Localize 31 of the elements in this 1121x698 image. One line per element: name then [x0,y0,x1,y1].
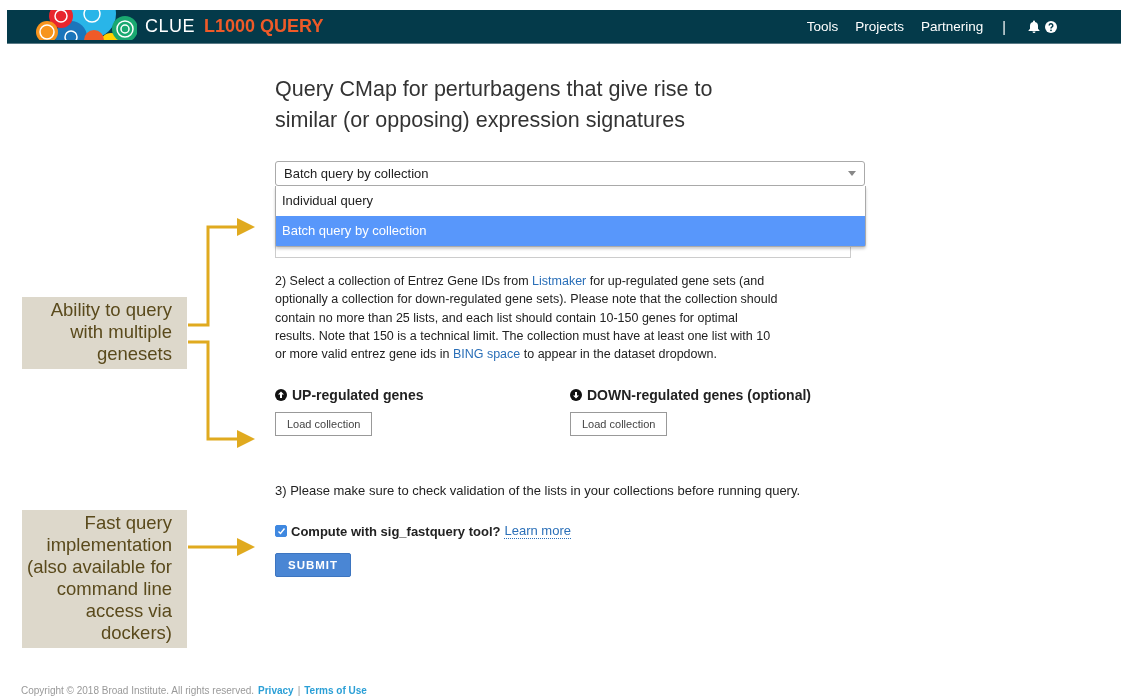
nav-link[interactable]: Partnering [921,19,984,34]
up-arrow-circle-icon [275,389,287,402]
help-icon[interactable] [1045,20,1057,33]
callout-arrow [188,538,255,556]
load-collection-button[interactable]: Load collection [275,412,373,437]
footer-separator: | [297,685,301,696]
notification-bell-icon[interactable] [1028,20,1040,33]
dropdown-option[interactable]: Individual query [276,186,865,216]
submit-button[interactable]: SUBMIT [275,553,352,578]
query-type-dropdown[interactable]: Batch query by collection [275,161,865,186]
annotation-callout: Ability to query with multiple genesets [22,297,187,369]
section-heading: DOWN-regulated genes (optional) [587,387,811,404]
learn-more-link[interactable]: Learn more [504,523,571,540]
checkbox[interactable] [275,525,287,538]
checkbox-label: Compute with sig_fastquery tool? [291,524,501,539]
copyright-text: Copyright © 2018 Broad Institute. All rights reserved. [21,685,255,696]
nav-separator: | [1002,18,1006,35]
brand-name: CLUE [145,16,195,37]
text-link[interactable]: BING space [452,347,521,362]
validation-note: 3) Please make sure to check validation of the lists in your collections before running query. [275,483,802,499]
down-arrow-circle-icon [570,389,582,402]
product-name: L1000 QUERY [204,16,324,37]
caret-icon [848,171,856,176]
instructions-text: 2) Select a collection of Entrez Gene IDs from Listmaker for up-regulated gene sets (and optionally a collection for down-regulated gene sets). Please note that the collection should contain no more than 25 lists, and each list should contain 10-150 genes for optimal results. Note that 150 is a technical limit. The collection must have at least one list with 10 or more valid entrez gene ids in BING space to appear in the dataset dropdown. [275,273,779,364]
text-link[interactable]: Listmaker [532,274,587,288]
page-title: Query CMap for perturbagens that give rise to similar (or opposing) expression signatures [275,76,714,134]
annotation-callout: Fast query implementation (also available for command line access via dockers) [22,510,187,648]
section-heading: UP-regulated genes [292,387,424,404]
load-collection-button[interactable]: Load collection [570,412,668,437]
nav-link[interactable]: Tools [806,19,839,34]
nav-link[interactable]: Projects [855,19,905,34]
